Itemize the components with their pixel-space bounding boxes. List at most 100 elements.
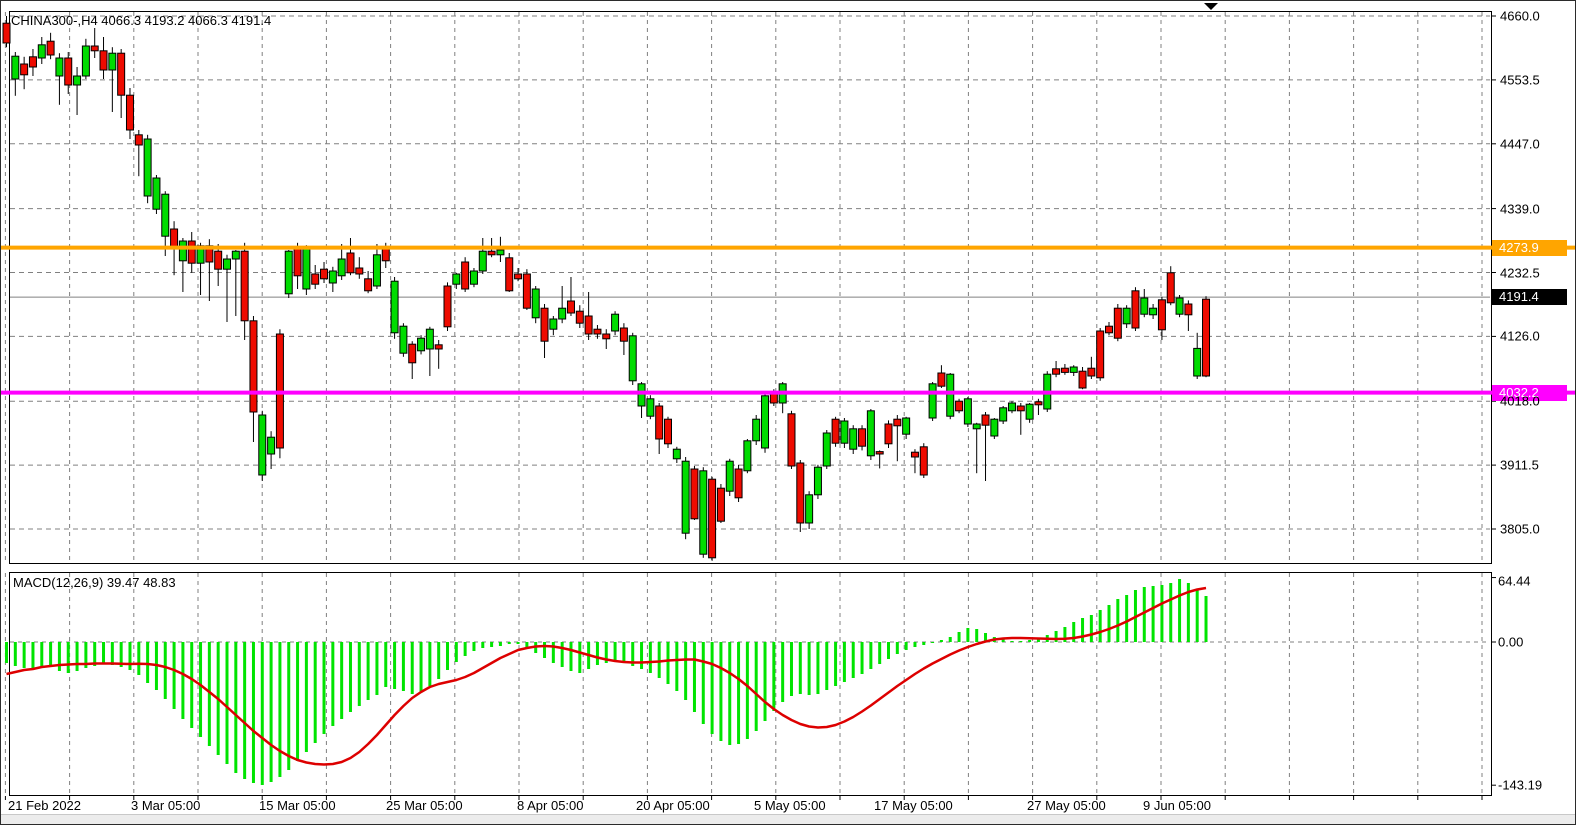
macd-histogram-bar bbox=[516, 642, 520, 644]
candle bbox=[584, 315, 593, 335]
macd-histogram-bar bbox=[66, 642, 70, 673]
candle bbox=[672, 448, 681, 460]
price-tick-label: 3805.0 bbox=[1500, 521, 1540, 537]
candle bbox=[417, 337, 426, 352]
candle bbox=[320, 268, 329, 280]
macd-histogram-bar bbox=[22, 642, 26, 668]
macd-histogram-bar bbox=[234, 642, 238, 773]
candle bbox=[690, 468, 699, 520]
macd-histogram-bar bbox=[384, 642, 388, 687]
candle bbox=[408, 343, 417, 364]
candle bbox=[725, 460, 734, 492]
candle bbox=[611, 313, 620, 332]
candle bbox=[11, 55, 20, 80]
macd-histogram-bar bbox=[1098, 610, 1102, 642]
macd-histogram-bar bbox=[304, 642, 308, 752]
macd-histogram-bar bbox=[1089, 615, 1093, 642]
macd-histogram-bar bbox=[313, 642, 317, 743]
candle bbox=[425, 328, 434, 350]
candle bbox=[593, 328, 602, 335]
candle bbox=[1202, 298, 1211, 377]
macd-histogram-bar bbox=[895, 642, 899, 654]
date-label: 8 Apr 05:00 bbox=[517, 798, 584, 813]
macd-histogram-bar bbox=[543, 642, 547, 658]
candle bbox=[134, 134, 143, 146]
candle bbox=[505, 257, 514, 292]
candle bbox=[575, 310, 584, 324]
macd-histogram-bar bbox=[869, 642, 873, 669]
macd-histogram-bar bbox=[287, 642, 291, 770]
candle bbox=[90, 45, 99, 52]
price-tick-label: 4447.0 bbox=[1500, 136, 1540, 152]
price-tick-label: 4126.0 bbox=[1500, 328, 1540, 344]
macd-histogram-bar bbox=[772, 642, 776, 711]
candle bbox=[716, 487, 725, 522]
candle bbox=[1078, 370, 1087, 389]
candle bbox=[937, 372, 946, 387]
macd-histogram-bar bbox=[348, 642, 352, 712]
candle bbox=[2, 22, 11, 44]
candle bbox=[910, 451, 919, 458]
trading-chart-window: CHINA300-,H4 4066.3 4193.2 4066.3 4191.4… bbox=[0, 0, 1576, 825]
macd-histogram-bar bbox=[243, 642, 247, 779]
candle bbox=[1193, 347, 1202, 377]
price-tick-label: 3911.5 bbox=[1500, 457, 1539, 473]
candle bbox=[125, 94, 134, 131]
candle bbox=[452, 273, 461, 285]
macd-histogram-bar bbox=[737, 642, 741, 744]
macd-histogram-bar bbox=[340, 642, 344, 719]
candle bbox=[531, 288, 540, 319]
macd-histogram-bar bbox=[1204, 596, 1208, 642]
macd-histogram-bar bbox=[463, 642, 467, 656]
candle bbox=[875, 451, 884, 455]
macd-histogram-bar bbox=[375, 642, 379, 695]
candle bbox=[258, 414, 267, 476]
candle bbox=[64, 57, 73, 86]
candle bbox=[443, 285, 452, 328]
macd-histogram-bar bbox=[1178, 579, 1182, 642]
candle bbox=[46, 40, 55, 56]
candle bbox=[681, 460, 690, 534]
macd-histogram-bar bbox=[825, 642, 829, 690]
macd-histogram-bar bbox=[640, 642, 644, 669]
macd-histogram-bar bbox=[1019, 641, 1023, 642]
candle bbox=[1025, 403, 1034, 420]
price-tick-label: 4339.0 bbox=[1500, 201, 1540, 217]
macd-histogram-bar bbox=[366, 642, 370, 700]
candle bbox=[99, 50, 108, 71]
macd-histogram-bar bbox=[322, 642, 326, 734]
candle bbox=[849, 428, 858, 450]
macd-histogram-bar bbox=[5, 642, 8, 663]
candle bbox=[522, 273, 531, 309]
candle bbox=[734, 468, 743, 499]
candle bbox=[1157, 299, 1166, 331]
macd-histogram-bar bbox=[816, 642, 820, 694]
candle bbox=[787, 413, 796, 467]
chart-canvas[interactable] bbox=[1, 1, 1576, 825]
date-label: 9 Jun 05:00 bbox=[1143, 798, 1211, 813]
macd-histogram-bar bbox=[260, 642, 264, 785]
candle bbox=[928, 383, 937, 419]
macd-histogram-bar bbox=[1142, 587, 1146, 642]
candle bbox=[990, 418, 999, 437]
candle bbox=[1140, 297, 1149, 315]
candle bbox=[566, 300, 575, 314]
macd-histogram-bar bbox=[551, 642, 555, 663]
candle bbox=[346, 252, 355, 274]
macd-histogram-bar bbox=[560, 642, 564, 667]
macd-histogram-bar bbox=[657, 642, 661, 678]
candle bbox=[655, 405, 664, 440]
candle bbox=[858, 428, 867, 447]
price-tick-label: 4660.0 bbox=[1500, 8, 1540, 24]
macd-histogram-bar bbox=[887, 642, 890, 659]
macd-histogram-bar bbox=[446, 642, 449, 670]
macd-histogram-bar bbox=[428, 642, 432, 686]
candle bbox=[1016, 405, 1025, 412]
resistance-price-badge: 4273.9 bbox=[1492, 239, 1567, 256]
macd-histogram-bar bbox=[754, 642, 758, 731]
candle bbox=[813, 466, 822, 496]
macd-histogram-bar bbox=[966, 628, 970, 642]
candle bbox=[434, 344, 443, 350]
macd-histogram-bar bbox=[710, 642, 714, 734]
macd-histogram-bar bbox=[957, 632, 961, 642]
